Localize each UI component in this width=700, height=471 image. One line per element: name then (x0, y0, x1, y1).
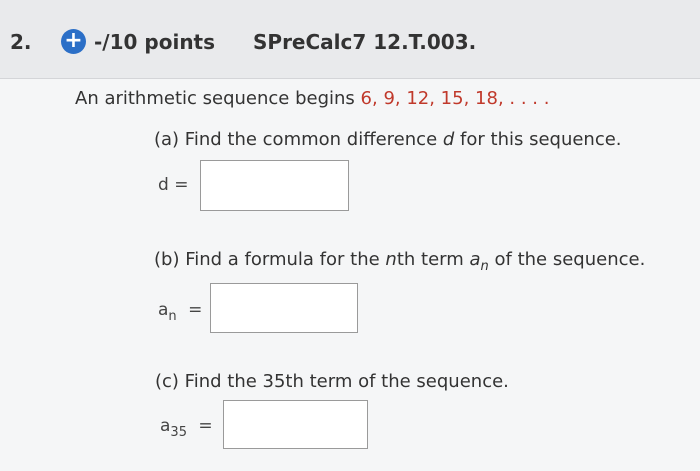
part-b-label-end: of the sequence. (488, 249, 646, 270)
part-a-prompt: (a) Find the common difference d for thi… (154, 129, 622, 150)
part-b-variable-a: a (469, 249, 481, 270)
part-a-answer-label: d = (158, 175, 189, 195)
part-b-variable-n: n (385, 249, 397, 270)
part-a-answer-input[interactable] (200, 160, 349, 211)
part-b-label-start: (b) Find a formula for the (154, 249, 386, 270)
expand-plus-icon[interactable]: + (61, 29, 86, 54)
part-b-label-mid: th term (396, 249, 470, 270)
part-b-answer-eq: = (188, 300, 203, 320)
question-header: 2. + -/10 points SPreCalc7 12.T.003. (0, 0, 700, 79)
assignment-id: SPreCalc7 12.T.003. (253, 30, 477, 54)
part-c-answer-eq: = (198, 416, 213, 436)
part-c-answer-sub: 35 (170, 425, 187, 440)
part-c-answer-label: a35 = (160, 416, 213, 440)
part-a-suffix: for this sequence. (454, 129, 622, 150)
intro-text: An arithmetic sequence begins (75, 88, 355, 109)
question-number: 2. (10, 30, 32, 54)
part-b-answer-var: a (158, 300, 169, 320)
part-b-answer-input[interactable] (210, 283, 358, 333)
question-intro: An arithmetic sequence begins 6, 9, 12, … (75, 88, 549, 109)
part-c-answer-var: a (160, 416, 171, 436)
part-a-variable: d (442, 129, 455, 150)
part-c-answer-input[interactable] (223, 400, 368, 449)
part-b-answer-sub: n (168, 309, 177, 324)
part-b-answer-label: an = (158, 300, 203, 324)
part-b-subscript-n: n (480, 259, 489, 274)
part-b-prompt: (b) Find a formula for the nth term an o… (154, 249, 646, 274)
part-c-prompt: (c) Find the 35th term of the sequence. (155, 371, 509, 392)
part-a-label: (a) Find the common difference (154, 129, 443, 150)
sequence-values: 6, 9, 12, 15, 18, . . . . (360, 88, 550, 109)
points-label: -/10 points (94, 30, 216, 54)
